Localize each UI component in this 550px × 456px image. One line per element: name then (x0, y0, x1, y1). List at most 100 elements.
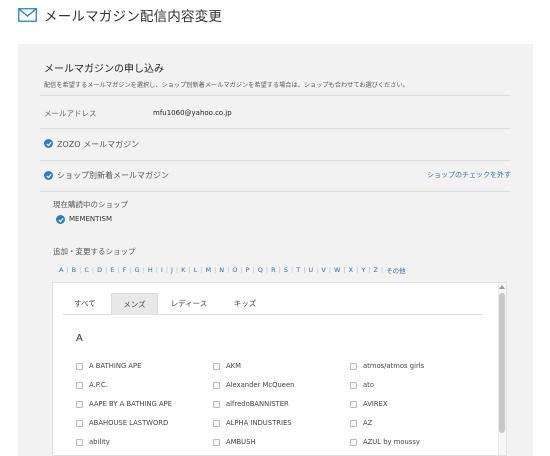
brand-name: ABAHOUSE LASTWORD (89, 419, 169, 427)
brand-checkbox[interactable] (213, 362, 220, 370)
brand-option[interactable]: AVIREX (350, 400, 388, 408)
brand-name: ability (89, 438, 110, 446)
alpha-link[interactable]: L (191, 266, 201, 274)
divider (40, 128, 511, 129)
brand-checkbox[interactable] (76, 362, 83, 370)
brand-checkbox[interactable] (350, 419, 357, 427)
tab-all[interactable]: すべて (65, 293, 105, 315)
alpha-link[interactable]: F (120, 266, 130, 274)
brand-option[interactable]: ALPHA INDUSTRIES (213, 419, 292, 427)
brand-option[interactable]: ability (76, 438, 110, 446)
alpha-link[interactable]: K (178, 266, 188, 274)
brand-name: ALPHA INDUSTRIES (226, 419, 292, 427)
alpha-link[interactable]: その他 (383, 265, 409, 275)
brand-checkbox[interactable] (213, 381, 220, 389)
tab-kids[interactable]: キッズ (225, 293, 265, 315)
alpha-link[interactable]: Q (255, 266, 266, 274)
brand-checkbox[interactable] (213, 419, 220, 427)
zozo-checkbox[interactable] (44, 139, 53, 148)
alpha-link[interactable]: I (158, 266, 166, 274)
section-description: 配信を希望するメールマガジンを選択し、ショップ別新着メールマガジンを希望する場合… (44, 82, 409, 89)
alpha-link[interactable]: E (107, 266, 117, 274)
alpha-link[interactable]: Y (358, 266, 368, 274)
tab-ladies[interactable]: レディース (165, 293, 213, 315)
add-shops-label: 追加・変更するショップ (53, 247, 136, 256)
brand-name: AKM (226, 362, 241, 370)
brand-checkbox[interactable] (76, 381, 83, 389)
section-title: メールマガジンの申し込み (44, 64, 164, 75)
brand-name: AZUL by moussy (363, 438, 420, 446)
brand-option[interactable]: AZUL by moussy (350, 438, 420, 446)
brand-name: Alexander McQueen (226, 381, 295, 389)
brand-option[interactable]: AMBUSH (213, 438, 256, 446)
brand-checkbox[interactable] (350, 362, 357, 370)
alphabet-filter: A | B | C | D | E | F | G | H | I | J | K | L | M | N | O | P | Q | R | S | T |… (56, 265, 409, 275)
zozo-option-label[interactable]: ZOZO メールマガジン (57, 139, 139, 150)
scrollbar-thumb[interactable] (499, 293, 505, 433)
brand-name: ato (363, 381, 374, 389)
check-icon (45, 173, 52, 178)
alpha-link[interactable]: S (281, 266, 291, 274)
brand-option[interactable]: atmos/atmos girls (350, 362, 424, 370)
tab-mens[interactable]: メンズ (111, 293, 158, 315)
brand-name: alfredoBANNISTER (226, 400, 289, 408)
alpha-link[interactable]: X (346, 266, 356, 274)
current-shop-name: MEMENTISM (69, 215, 112, 223)
uncheck-shops-link[interactable]: ショップのチェックを外す (427, 170, 511, 180)
brand-name: AZ (363, 419, 373, 427)
brand-option[interactable]: ABAHOUSE LASTWORD (76, 419, 168, 427)
shop-newsletter-label[interactable]: ショップ別新着メールマガジン (57, 170, 169, 181)
brand-option[interactable]: Alexander McQueen (213, 381, 294, 389)
divider (40, 191, 511, 192)
alpha-link[interactable]: D (94, 266, 105, 274)
alpha-link[interactable]: V (318, 266, 328, 274)
alpha-link[interactable]: C (81, 266, 92, 274)
current-shop-checkbox[interactable] (56, 215, 65, 224)
alpha-link[interactable]: Z (371, 266, 381, 274)
email-value: mfu1060@yahoo.co.jp (153, 109, 232, 117)
brand-checkbox[interactable] (350, 381, 357, 389)
mail-icon (18, 8, 37, 22)
divider (40, 160, 511, 161)
alpha-link[interactable]: A (56, 266, 66, 274)
alpha-link[interactable]: J (168, 266, 176, 274)
alpha-link[interactable]: B (69, 266, 79, 274)
alpha-link[interactable]: O (229, 266, 240, 274)
brand-name: A.P.C. (89, 381, 108, 389)
current-shops-label: 現在購読中のショップ (53, 200, 128, 209)
alpha-link[interactable]: G (132, 266, 143, 274)
brand-option[interactable]: AZ (350, 419, 372, 427)
brand-checkbox[interactable] (213, 438, 220, 446)
page-header: メールマガジン配信内容変更 (18, 4, 222, 26)
brand-checkbox[interactable] (76, 419, 83, 427)
alpha-link[interactable]: P (243, 266, 253, 274)
brand-checkbox[interactable] (76, 438, 83, 446)
alpha-link[interactable]: N (216, 266, 227, 274)
alpha-link[interactable]: H (145, 266, 156, 274)
alphabet-heading: A (76, 333, 83, 344)
brand-option[interactable]: A.P.C. (76, 381, 108, 389)
alpha-link[interactable]: W (331, 266, 343, 274)
alpha-link[interactable]: M (202, 266, 214, 274)
brand-option[interactable]: AAPE BY A BATHING APE (76, 400, 172, 408)
brand-option[interactable]: A BATHING APE (76, 362, 141, 370)
brand-name: AVIREX (363, 400, 388, 408)
divider (40, 95, 511, 96)
brand-option[interactable]: ato (350, 381, 374, 389)
check-icon (45, 141, 52, 146)
alpha-link[interactable]: U (305, 266, 316, 274)
brand-checkbox[interactable] (350, 400, 357, 408)
brand-selector: すべて メンズ レディース キッズ A A BATHING APE A.P.C. A… (52, 282, 507, 456)
brand-checkbox[interactable] (76, 400, 83, 408)
scrollbar[interactable] (498, 283, 506, 455)
shop-newsletter-checkbox[interactable] (44, 171, 53, 180)
brand-option[interactable]: AKM (213, 362, 241, 370)
brand-option[interactable]: alfredoBANNISTER (213, 400, 289, 408)
brand-checkbox[interactable] (350, 438, 357, 446)
alpha-link[interactable]: R (268, 266, 279, 274)
brand-checkbox[interactable] (213, 400, 220, 408)
email-label: メールアドレス (44, 109, 97, 118)
alpha-link[interactable]: T (293, 266, 303, 274)
brand-name: AAPE BY A BATHING APE (89, 400, 173, 408)
scroll-up-icon[interactable] (499, 285, 505, 289)
